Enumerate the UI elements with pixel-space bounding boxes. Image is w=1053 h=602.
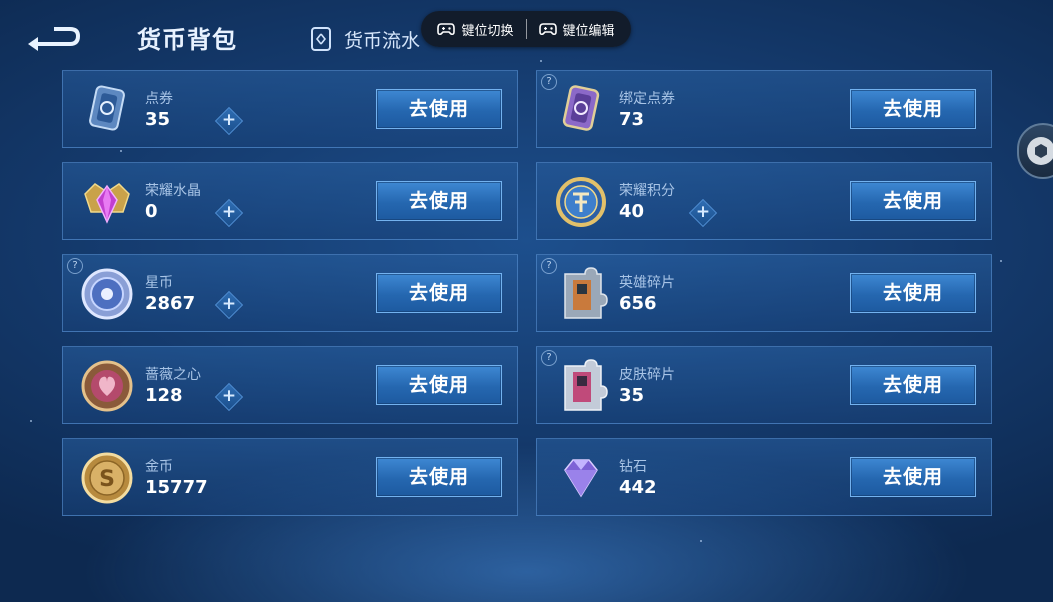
use-ticket-button[interactable]: 去使用 [376, 89, 502, 129]
background-star [540, 60, 542, 62]
use-bound-ticket-button[interactable]: 去使用 [850, 89, 976, 129]
currency-amount: 35 [145, 109, 171, 130]
glory-points-icon [551, 172, 611, 232]
key-switch-label: 键位切换 [461, 23, 514, 39]
page-title: 货币背包 [137, 26, 237, 54]
currency-name: 星币 [145, 275, 173, 291]
side-drawer-handle[interactable] [1017, 123, 1053, 179]
currency-name: 钻石 [619, 459, 647, 475]
currency-card-diamond: 钻石 442 去使用 [536, 438, 992, 516]
currency-grid: 点券 35 + 去使用 ? 绑定点券 73 去使用 荣耀水晶 0 + 去使用 荣… [62, 70, 992, 518]
background-star [30, 420, 32, 422]
star-coin-icon [77, 264, 137, 324]
back-button[interactable] [26, 24, 82, 52]
currency-card-rose-heart: 蔷薇之心 128 + 去使用 [62, 346, 518, 424]
use-diamond-button[interactable]: 去使用 [850, 457, 976, 497]
emulator-overlay: 键位切换 键位编辑 [421, 11, 631, 47]
currency-amount: 2867 [145, 293, 196, 314]
currency-card-skin-fragment: ? 皮肤碎片 35 去使用 [536, 346, 992, 424]
currency-card-gold-coin: S 金币 15777 去使用 [62, 438, 518, 516]
currency-amount: 35 [619, 385, 645, 406]
ticket-icon [77, 80, 137, 140]
key-edit-label: 键位编辑 [562, 23, 615, 39]
currency-name: 荣耀水晶 [145, 183, 201, 199]
currency-card-bound-ticket: ? 绑定点券 73 去使用 [536, 70, 992, 148]
currency-card-glory-crystal: 荣耀水晶 0 + 去使用 [62, 162, 518, 240]
add-glory-points-button[interactable]: + [688, 198, 718, 228]
back-arrow-icon [28, 27, 81, 51]
gamepad-icon [538, 23, 557, 36]
bound-ticket-icon [551, 80, 611, 140]
currency-amount: 128 [145, 385, 183, 406]
currency-amount: 73 [619, 109, 645, 130]
add-star-coin-button[interactable]: + [214, 290, 244, 320]
overlay-divider [525, 19, 527, 39]
diamond-icon [551, 448, 611, 508]
currency-name: 蔷薇之心 [145, 367, 201, 383]
currency-card-glory-points: 荣耀积分 40 + 去使用 [536, 162, 992, 240]
svg-text:S: S [99, 467, 115, 492]
plus-icon: + [221, 294, 237, 314]
currency-name: 点券 [145, 91, 173, 107]
tab-currency-flow-label: 货币流水 [344, 29, 421, 52]
use-glory-points-button[interactable]: 去使用 [850, 181, 976, 221]
add-glory-crystal-button[interactable]: + [214, 198, 244, 228]
currency-card-star-coin: ? 星币 2867 + 去使用 [62, 254, 518, 332]
plus-icon: + [221, 386, 237, 406]
currency-name: 英雄碎片 [619, 275, 675, 291]
use-glory-crystal-button[interactable]: 去使用 [376, 181, 502, 221]
plus-icon: + [221, 202, 237, 222]
key-switch-button[interactable]: 键位切换 [437, 20, 514, 39]
currency-name: 荣耀积分 [619, 183, 675, 199]
currency-amount: 442 [619, 477, 657, 498]
rose-heart-icon [77, 356, 137, 416]
add-rose-heart-button[interactable]: + [214, 382, 244, 412]
key-edit-button[interactable]: 键位编辑 [538, 20, 615, 39]
gold-coin-icon: S [77, 448, 137, 508]
background-star [700, 540, 702, 542]
currency-card-ticket: 点券 35 + 去使用 [62, 70, 518, 148]
plus-icon: + [221, 110, 237, 130]
tab-currency-flow[interactable]: 货币流水 [308, 24, 420, 54]
currency-amount: 0 [145, 201, 158, 222]
background-star [1000, 260, 1002, 262]
add-ticket-button[interactable]: + [214, 106, 244, 136]
plus-icon: + [695, 202, 711, 222]
currency-name: 绑定点券 [619, 91, 675, 107]
use-star-coin-button[interactable]: 去使用 [376, 273, 502, 313]
currency-name: 皮肤碎片 [619, 367, 675, 383]
currency-amount: 656 [619, 293, 657, 314]
hero-fragment-icon [551, 264, 611, 324]
use-skin-fragment-button[interactable]: 去使用 [850, 365, 976, 405]
currency-amount: 40 [619, 201, 645, 222]
gamepad-icon [437, 23, 456, 36]
skin-fragment-icon [551, 356, 611, 416]
currency-card-hero-fragment: ? 英雄碎片 656 去使用 [536, 254, 992, 332]
use-rose-heart-button[interactable]: 去使用 [376, 365, 502, 405]
glory-crystal-icon [77, 172, 137, 232]
use-gold-coin-button[interactable]: 去使用 [376, 457, 502, 497]
use-hero-fragment-button[interactable]: 去使用 [850, 273, 976, 313]
hexagon-icon [1027, 137, 1053, 165]
currency-name: 金币 [145, 459, 173, 475]
currency-amount: 15777 [145, 477, 208, 498]
flow-card-icon [311, 27, 331, 51]
